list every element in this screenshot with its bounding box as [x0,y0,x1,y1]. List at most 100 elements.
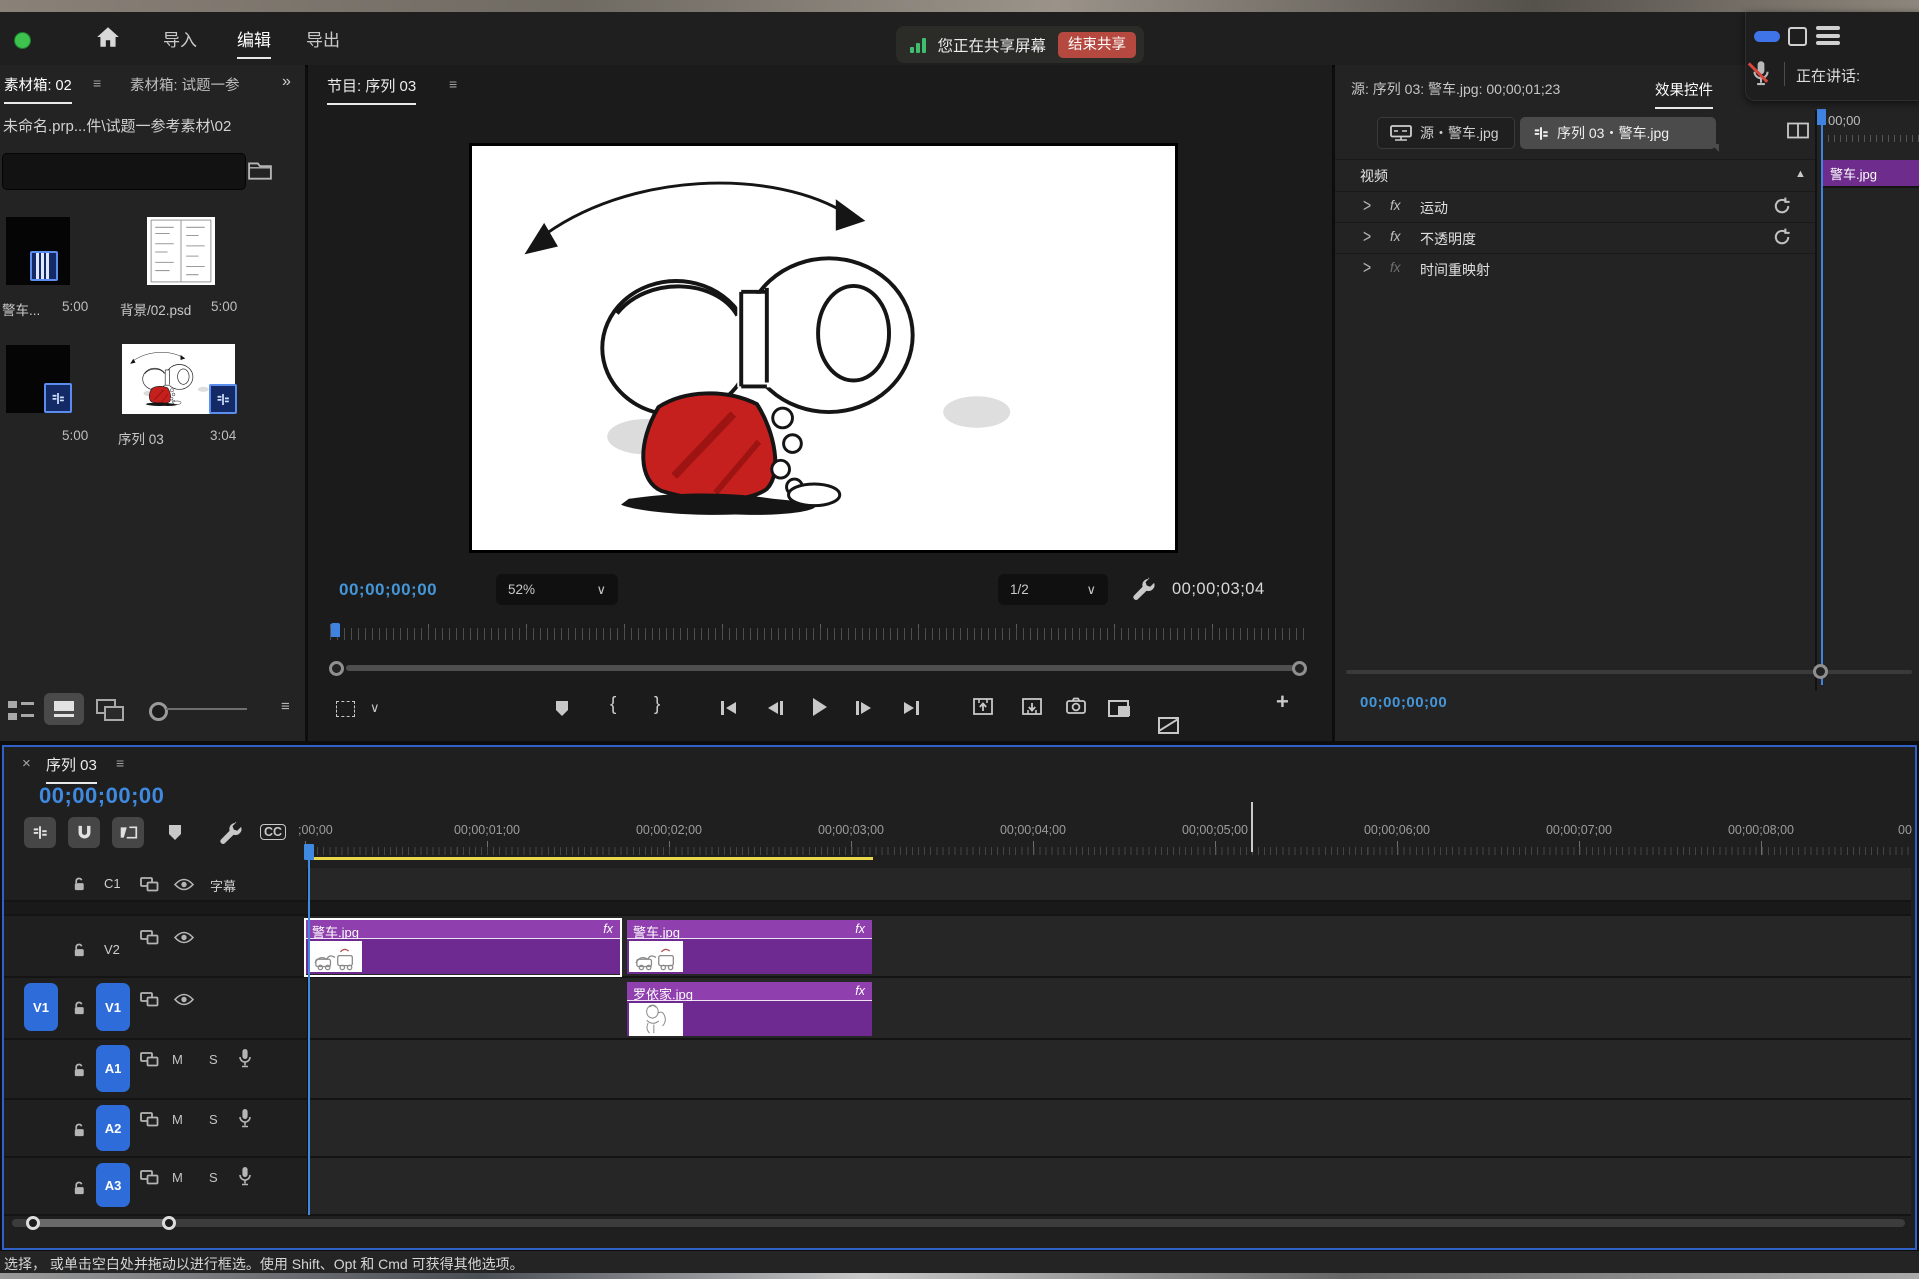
freeform-view-icon[interactable] [96,699,126,721]
traffic-light-green[interactable] [14,32,31,49]
monitor-scrollbar[interactable] [346,665,1294,671]
solo-button[interactable]: S [209,1170,218,1185]
lift-icon[interactable] [973,698,993,715]
step-forward-icon[interactable] [856,701,871,715]
menu-edit[interactable]: 编辑 [237,26,271,59]
eye-icon[interactable] [174,993,194,1006]
solo-button[interactable]: S [209,1052,218,1067]
thumbnail-view-button[interactable] [44,693,84,725]
media-thumb-sequence-dark[interactable] [6,345,70,413]
tab-bin-reference[interactable]: 素材箱: 试题一参 [130,74,240,102]
track-target-badge[interactable]: A2 [96,1105,130,1151]
zoom-slider-track[interactable] [166,708,247,710]
mark-out-icon[interactable]: } [654,694,660,716]
zoom-handle-left[interactable] [26,1216,40,1230]
lock-icon[interactable] [72,942,87,958]
voiceover-mic-icon[interactable] [238,1108,252,1128]
reset-effect-icon[interactable] [1773,228,1791,245]
button-editor-plus-icon[interactable]: + [1276,689,1289,715]
playhead-line[interactable] [308,859,310,1215]
track-target-icon[interactable] [140,877,159,892]
lock-icon[interactable] [72,1000,87,1016]
track-c1-lane[interactable] [307,868,1911,900]
add-marker-icon[interactable] [169,825,181,840]
multicam-disabled-icon[interactable] [1158,717,1179,734]
media-label[interactable]: 序列 03 [118,428,164,448]
work-area-bar[interactable] [307,857,873,860]
timeline-current-timecode[interactable]: 00;00;00;00 [39,783,164,809]
step-back-icon[interactable] [768,701,783,715]
menu-import[interactable]: 导入 [163,26,197,57]
add-marker-icon[interactable] [556,701,568,716]
playhead-marker[interactable] [304,844,314,860]
clip-police-car-2[interactable]: 警车.jpgfx [627,920,872,975]
zoom-slider-knob[interactable] [149,702,168,721]
panel-menu-icon[interactable]: ≡ [93,75,101,91]
tab-sequence-clip[interactable]: 序列 03・警车.jpg [1520,117,1716,149]
chevron-down-icon[interactable]: ∨ [370,700,380,716]
expand-right-icon[interactable]: > [1363,195,1371,216]
zoom-handle-right[interactable] [162,1216,176,1230]
play-icon[interactable] [813,698,827,716]
mini-playhead-line[interactable] [1821,109,1823,685]
collapse-up-icon[interactable]: ▲ [1795,168,1806,180]
new-bin-icon[interactable] [248,157,272,183]
media-thumb-sequence-03[interactable] [122,344,235,414]
track-target-badge[interactable]: V1 [96,983,130,1031]
minimize-pill-icon[interactable] [1754,31,1780,42]
track-label[interactable]: V2 [104,942,120,957]
linked-selection-toggle[interactable] [112,817,144,848]
lock-icon[interactable] [72,1122,87,1138]
home-icon[interactable] [95,24,121,50]
current-timecode[interactable]: 00;00;00;00 [339,580,437,600]
solo-button[interactable]: S [209,1112,218,1127]
tab-overflow-icon[interactable]: » [282,73,291,91]
source-patch-badge[interactable]: V1 [24,983,58,1031]
scrollbar-handle-right[interactable] [1292,661,1307,676]
panel-menu-icon[interactable]: ≡ [116,755,124,771]
insert-overwrite-sequence-toggle[interactable] [24,817,56,848]
go-to-out-icon[interactable] [904,701,919,715]
split-view-icon[interactable] [1787,122,1809,139]
monitor-playhead[interactable] [331,623,340,637]
track-a1-lane[interactable] [307,1040,1911,1098]
fx-badge[interactable]: fx [1390,229,1401,244]
mini-clip-bar[interactable]: 警车.jpg [1822,160,1919,188]
end-share-button[interactable]: 结束共享 [1058,32,1136,58]
expand-right-icon[interactable]: > [1363,226,1371,247]
tab-effect-controls[interactable]: 效果控件 [1655,79,1713,109]
expand-right-icon[interactable]: > [1363,257,1371,278]
timeline-zoom-scrollbar-thumb[interactable] [28,1219,174,1227]
settings-wrench-icon[interactable] [1131,577,1155,601]
effect-row-time-remapping[interactable]: > fx 时间重映射 [1335,253,1815,284]
zoom-level-select[interactable]: 52% ∨ [496,574,618,605]
voiceover-mic-icon[interactable] [238,1166,252,1186]
track-target-icon[interactable] [140,1170,159,1185]
menu-export[interactable]: 导出 [306,26,340,57]
track-target-icon[interactable] [140,1112,159,1127]
track-target-icon[interactable] [140,930,159,945]
export-frame-icon[interactable] [1066,697,1086,714]
mark-in-icon[interactable]: { [610,694,616,716]
list-view-icon[interactable] [8,699,34,721]
timeline-zoom-scrollbar-track[interactable] [12,1219,1905,1227]
track-target-icon[interactable] [140,1052,159,1067]
fx-badge[interactable]: fx [1390,198,1401,213]
track-a3-lane[interactable] [307,1158,1911,1214]
lock-icon[interactable] [72,1180,87,1196]
eye-icon[interactable] [174,931,194,944]
comparison-view-icon[interactable] [1108,700,1129,717]
reset-effect-icon[interactable] [1773,197,1791,214]
mute-button[interactable]: M [172,1170,183,1185]
menu-list-icon[interactable] [1816,26,1840,46]
go-to-in-icon[interactable] [721,701,736,715]
clip-police-car-1[interactable]: 警车.jpgfx [306,920,620,975]
track-label[interactable]: C1 [104,876,121,891]
tab-sequence-03[interactable]: 序列 03 [46,754,97,784]
track-a2-lane[interactable] [307,1100,1911,1156]
track-target-badge[interactable]: A1 [96,1045,130,1092]
effects-current-timecode[interactable]: 00;00;00;00 [1360,694,1447,711]
effect-row-opacity[interactable]: > fx 不透明度 [1335,222,1815,253]
panel-options-icon[interactable]: ≡ [281,698,290,715]
safe-margins-icon[interactable] [336,701,355,717]
